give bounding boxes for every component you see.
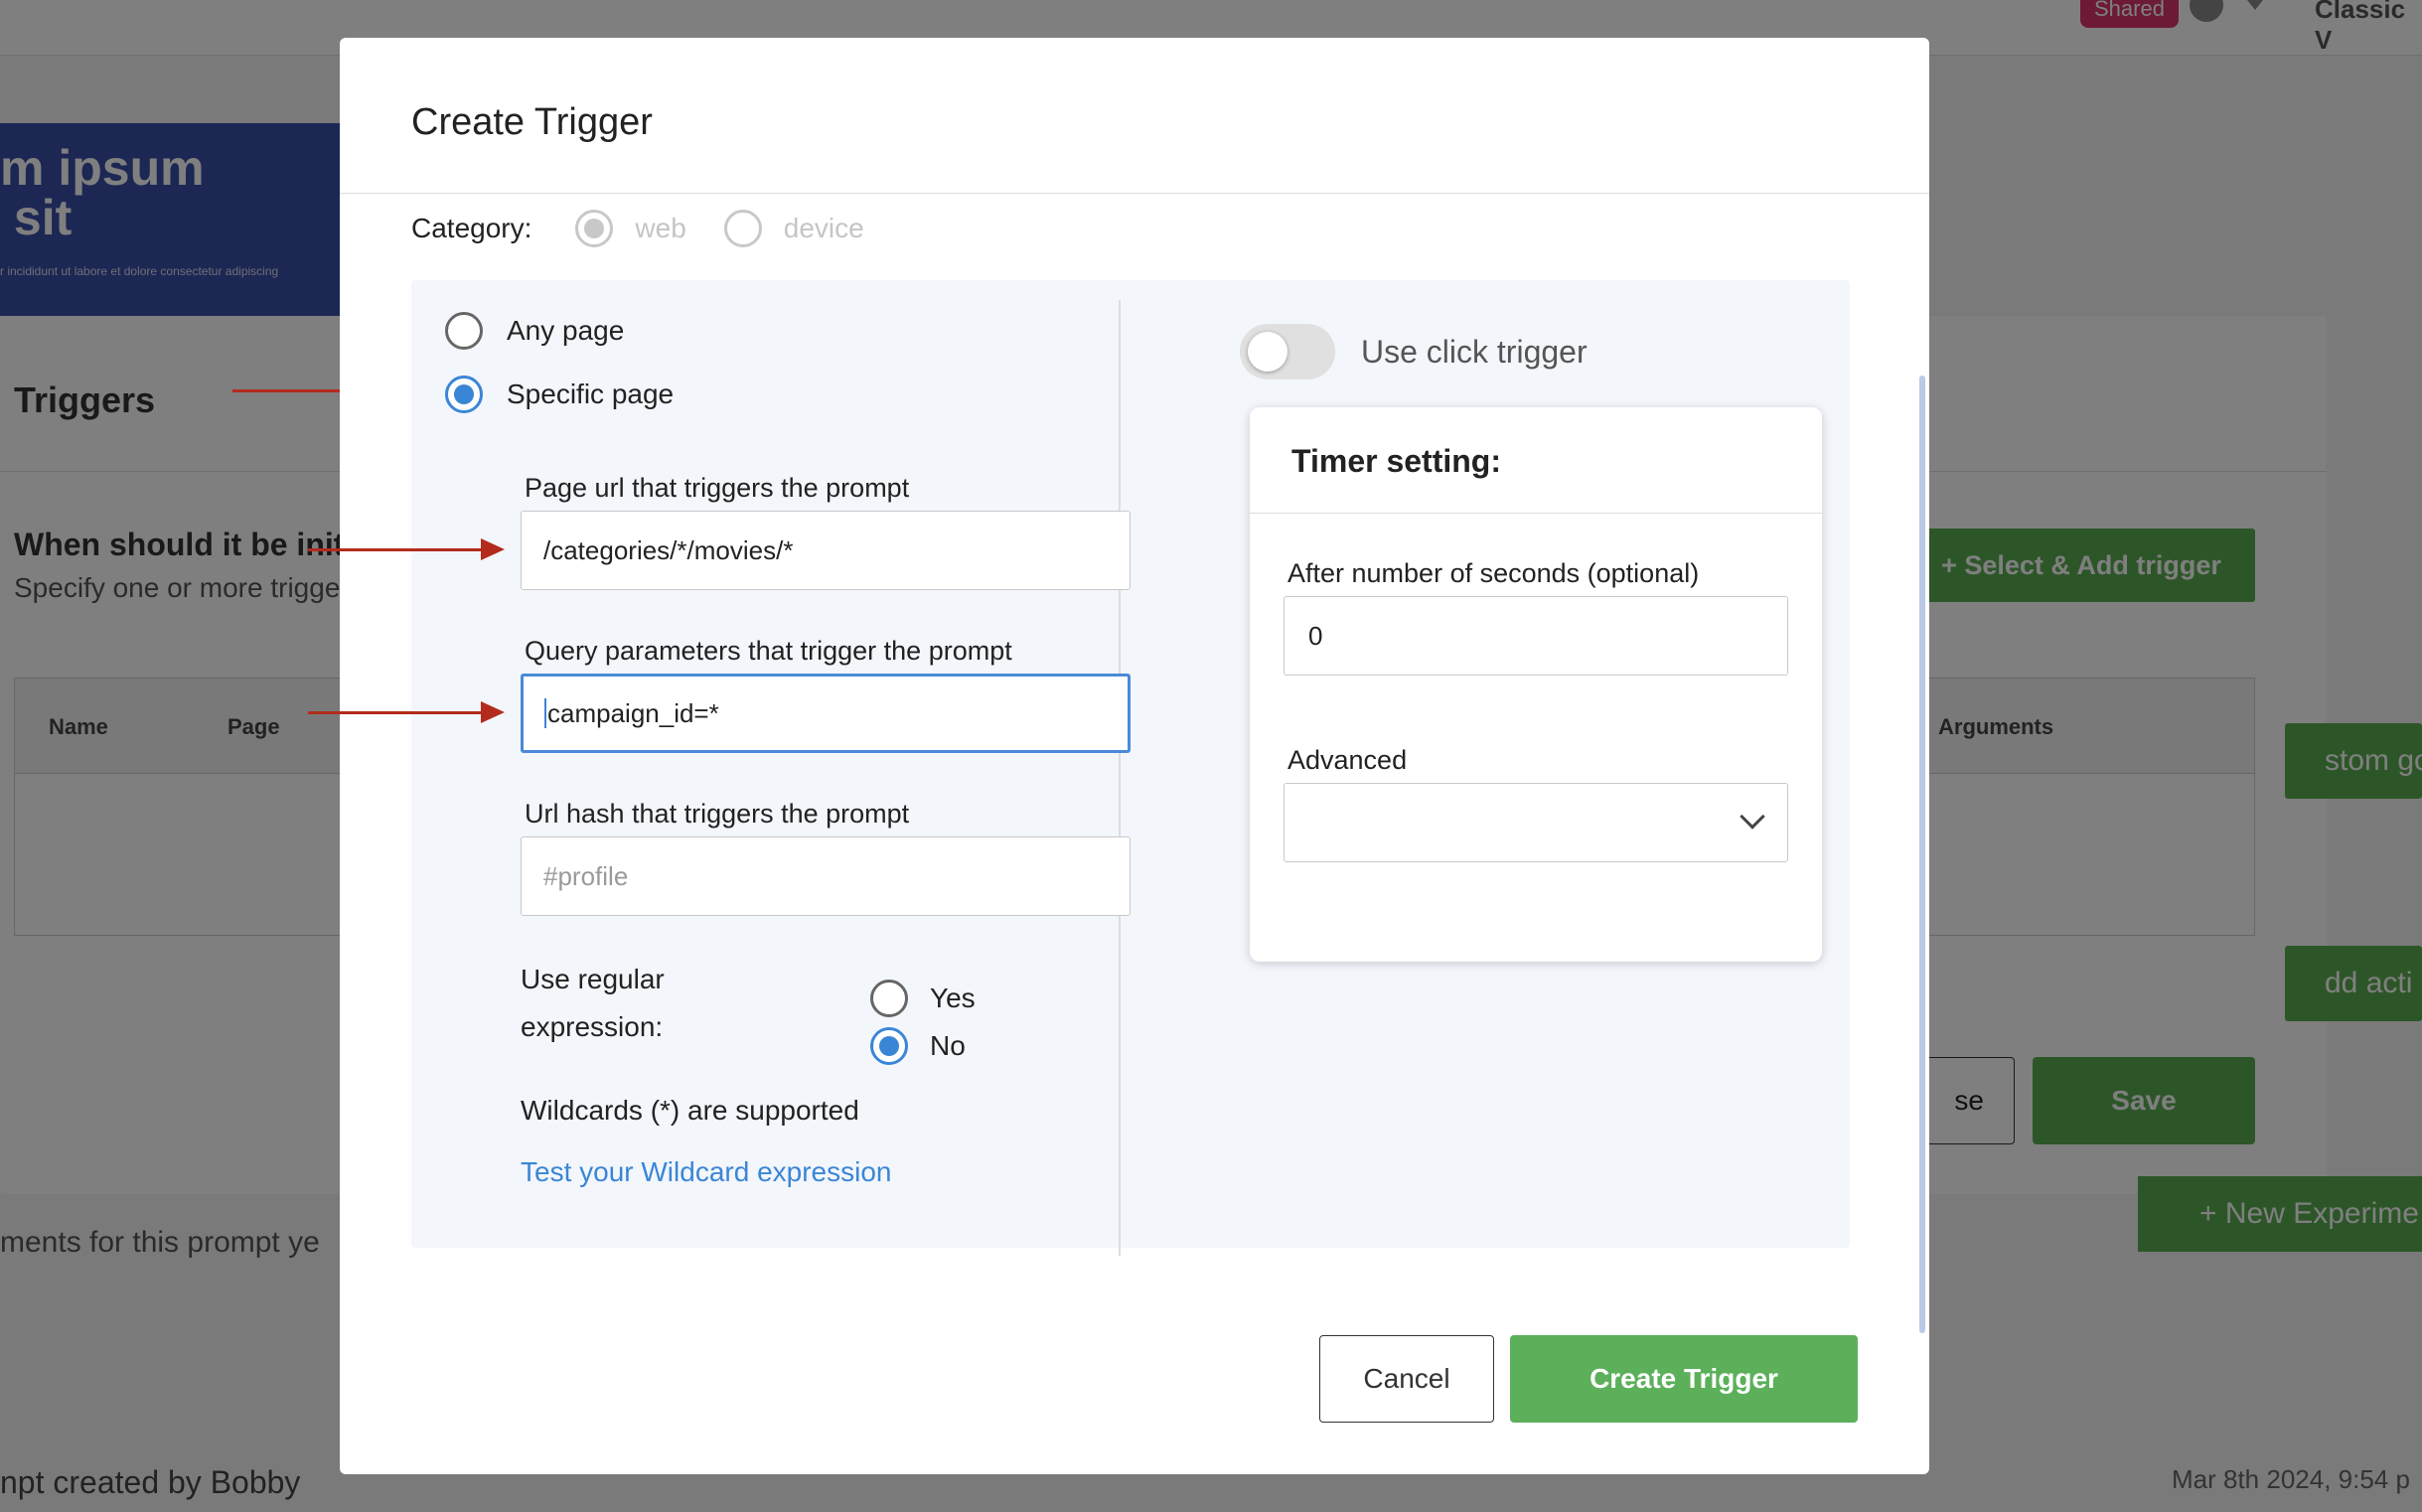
query-params-value: campaign_id=*: [547, 697, 719, 728]
any-page-label: Any page: [507, 315, 625, 346]
dialog-title: Create Trigger: [411, 101, 653, 143]
specific-page-label: Specific page: [507, 378, 675, 409]
annotation-arrow: [308, 538, 505, 560]
advanced-label: Advanced: [1287, 745, 1408, 775]
any-page-option[interactable]: Any page: [445, 312, 624, 350]
click-trigger-label: Use click trigger: [1361, 334, 1588, 370]
cancel-button[interactable]: Cancel: [1319, 1335, 1494, 1423]
category-row: Category: web device: [411, 189, 902, 268]
annotation-arrow: [308, 701, 505, 723]
page-url-label: Page url that triggers the prompt: [525, 473, 910, 503]
vertical-divider: [1119, 300, 1121, 1256]
regex-yes-option[interactable]: Yes: [870, 980, 976, 1017]
query-params-label: Query parameters that trigger the prompt: [525, 636, 1012, 666]
regex-no-option[interactable]: No: [870, 1027, 966, 1065]
category-label: Category:: [411, 213, 532, 243]
category-web-label: web: [635, 213, 686, 243]
wildcards-note: Wildcards (*) are supported: [521, 1095, 859, 1126]
advanced-select[interactable]: [1284, 783, 1788, 862]
create-trigger-button[interactable]: Create Trigger: [1510, 1335, 1858, 1423]
seconds-input[interactable]: 0: [1284, 596, 1788, 676]
click-trigger-toggle[interactable]: [1240, 324, 1335, 379]
toggle-knob: [1248, 332, 1287, 372]
regex-no-radio[interactable]: [870, 1027, 908, 1065]
any-page-radio[interactable]: [445, 312, 483, 350]
page-url-input[interactable]: /categories/*/movies/*: [521, 511, 1131, 590]
url-hash-label: Url hash that triggers the prompt: [525, 799, 910, 829]
create-trigger-dialog: Create Trigger Category: web device Any …: [340, 38, 1929, 1474]
specific-page-radio[interactable]: [445, 376, 483, 413]
category-device-radio[interactable]: [723, 210, 762, 247]
seconds-label: After number of seconds (optional): [1287, 558, 1700, 588]
category-device-label: device: [783, 213, 864, 243]
specific-page-option[interactable]: Specific page: [445, 376, 674, 413]
scrollbar[interactable]: [1919, 376, 1925, 1333]
test-wildcard-link[interactable]: Test your Wildcard expression: [521, 1156, 891, 1188]
regex-no-label: No: [930, 1030, 966, 1061]
divider: [1250, 513, 1822, 514]
timer-setting-card: Timer setting: After number of seconds (…: [1250, 407, 1822, 962]
timer-title: Timer setting:: [1291, 443, 1501, 479]
chevron-down-icon: [1740, 804, 1765, 830]
regex-label: Use regular expression:: [521, 964, 665, 1042]
query-params-input[interactable]: campaign_id=*: [521, 674, 1131, 753]
regex-yes-label: Yes: [930, 983, 976, 1013]
category-web-radio[interactable]: [575, 210, 614, 247]
url-hash-input[interactable]: #profile: [521, 836, 1131, 916]
text-cursor: [544, 698, 546, 728]
regex-yes-radio[interactable]: [870, 980, 908, 1017]
